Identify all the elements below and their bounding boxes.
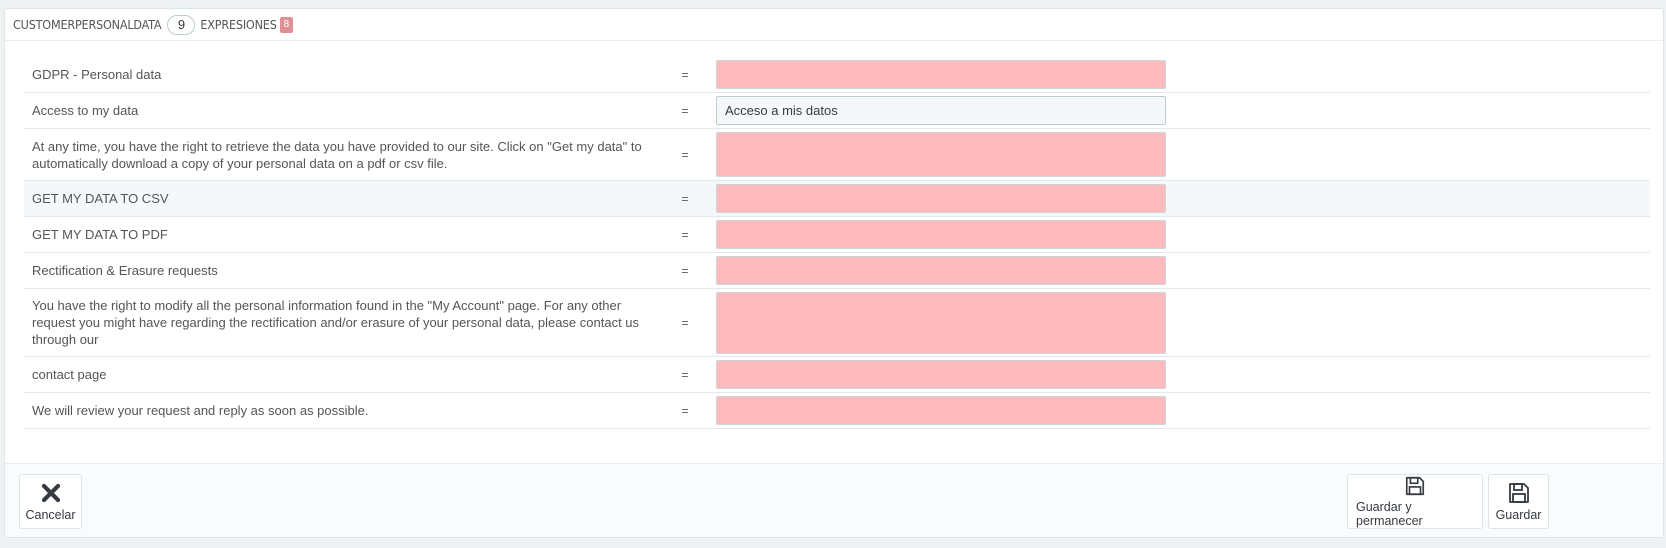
cancel-label: Cancelar xyxy=(25,508,76,522)
source-text: Access to my data xyxy=(32,103,139,118)
table-row: GET MY DATA TO PDF = xyxy=(24,217,1650,253)
table-row: We will review your request and reply as… xyxy=(24,393,1650,429)
panel-heading: CUSTOMERPERSONALDATA 9 EXPRESIONES 8 xyxy=(5,9,1663,41)
translation-input[interactable] xyxy=(716,60,1166,89)
translation-textarea[interactable] xyxy=(716,132,1166,177)
save-and-stay-button[interactable]: Guardar y permanecer xyxy=(1347,474,1483,529)
translation-textarea[interactable] xyxy=(716,291,1166,354)
table-row: contact page = xyxy=(24,357,1650,393)
equals-sign: = xyxy=(681,403,689,418)
equals-sign: = xyxy=(681,263,689,278)
equals-sign: = xyxy=(681,227,689,242)
source-text: GET MY DATA TO PDF xyxy=(32,227,168,242)
save-label: Guardar xyxy=(1495,508,1542,522)
translation-input[interactable] xyxy=(716,184,1166,213)
source-text: contact page xyxy=(32,367,107,382)
source-text: You have the right to modify all the per… xyxy=(32,298,640,347)
source-text: GDPR - Personal data xyxy=(32,67,162,82)
translations-table: GDPR - Personal data = Access to my data… xyxy=(24,57,1650,429)
translation-panel: CUSTOMERPERSONALDATA 9 EXPRESIONES 8 GDP… xyxy=(4,8,1664,538)
table-row: You have the right to modify all the per… xyxy=(24,289,1650,357)
save-icon xyxy=(1508,483,1529,503)
source-text: Rectification & Erasure requests xyxy=(32,263,218,278)
translation-input[interactable] xyxy=(716,220,1166,249)
translation-input[interactable] xyxy=(716,396,1166,425)
equals-sign: = xyxy=(681,315,689,330)
missing-count-badge: 8 xyxy=(279,16,294,33)
cancel-button[interactable]: Cancelar xyxy=(19,474,82,529)
save-button[interactable]: Guardar xyxy=(1488,474,1549,529)
table-row: Rectification & Erasure requests = xyxy=(24,253,1650,289)
expressions-label: EXPRESIONES xyxy=(200,17,277,32)
source-text: At any time, you have the right to retri… xyxy=(32,138,642,171)
source-text: GET MY DATA TO CSV xyxy=(32,191,169,206)
module-title: CUSTOMERPERSONALDATA xyxy=(13,17,162,32)
source-text: We will review your request and reply as… xyxy=(32,403,369,418)
table-row: Access to my data = xyxy=(24,93,1650,129)
panel-footer: Cancelar Guardar y permanecer Guardar xyxy=(5,463,1663,537)
equals-sign: = xyxy=(681,103,689,118)
table-row: GDPR - Personal data = xyxy=(24,57,1650,93)
equals-sign: = xyxy=(681,147,689,162)
expression-count-badge: 9 xyxy=(167,14,196,35)
translation-input[interactable] xyxy=(716,256,1166,285)
save-icon xyxy=(1405,476,1425,496)
equals-sign: = xyxy=(681,67,689,82)
table-row: At any time, you have the right to retri… xyxy=(24,129,1650,181)
table-row: GET MY DATA TO CSV = xyxy=(24,181,1650,217)
translation-input[interactable] xyxy=(716,96,1166,125)
save-and-stay-label: Guardar y permanecer xyxy=(1356,500,1423,528)
close-icon xyxy=(41,483,60,503)
equals-sign: = xyxy=(681,191,689,206)
translation-input[interactable] xyxy=(716,360,1166,389)
equals-sign: = xyxy=(681,367,689,382)
